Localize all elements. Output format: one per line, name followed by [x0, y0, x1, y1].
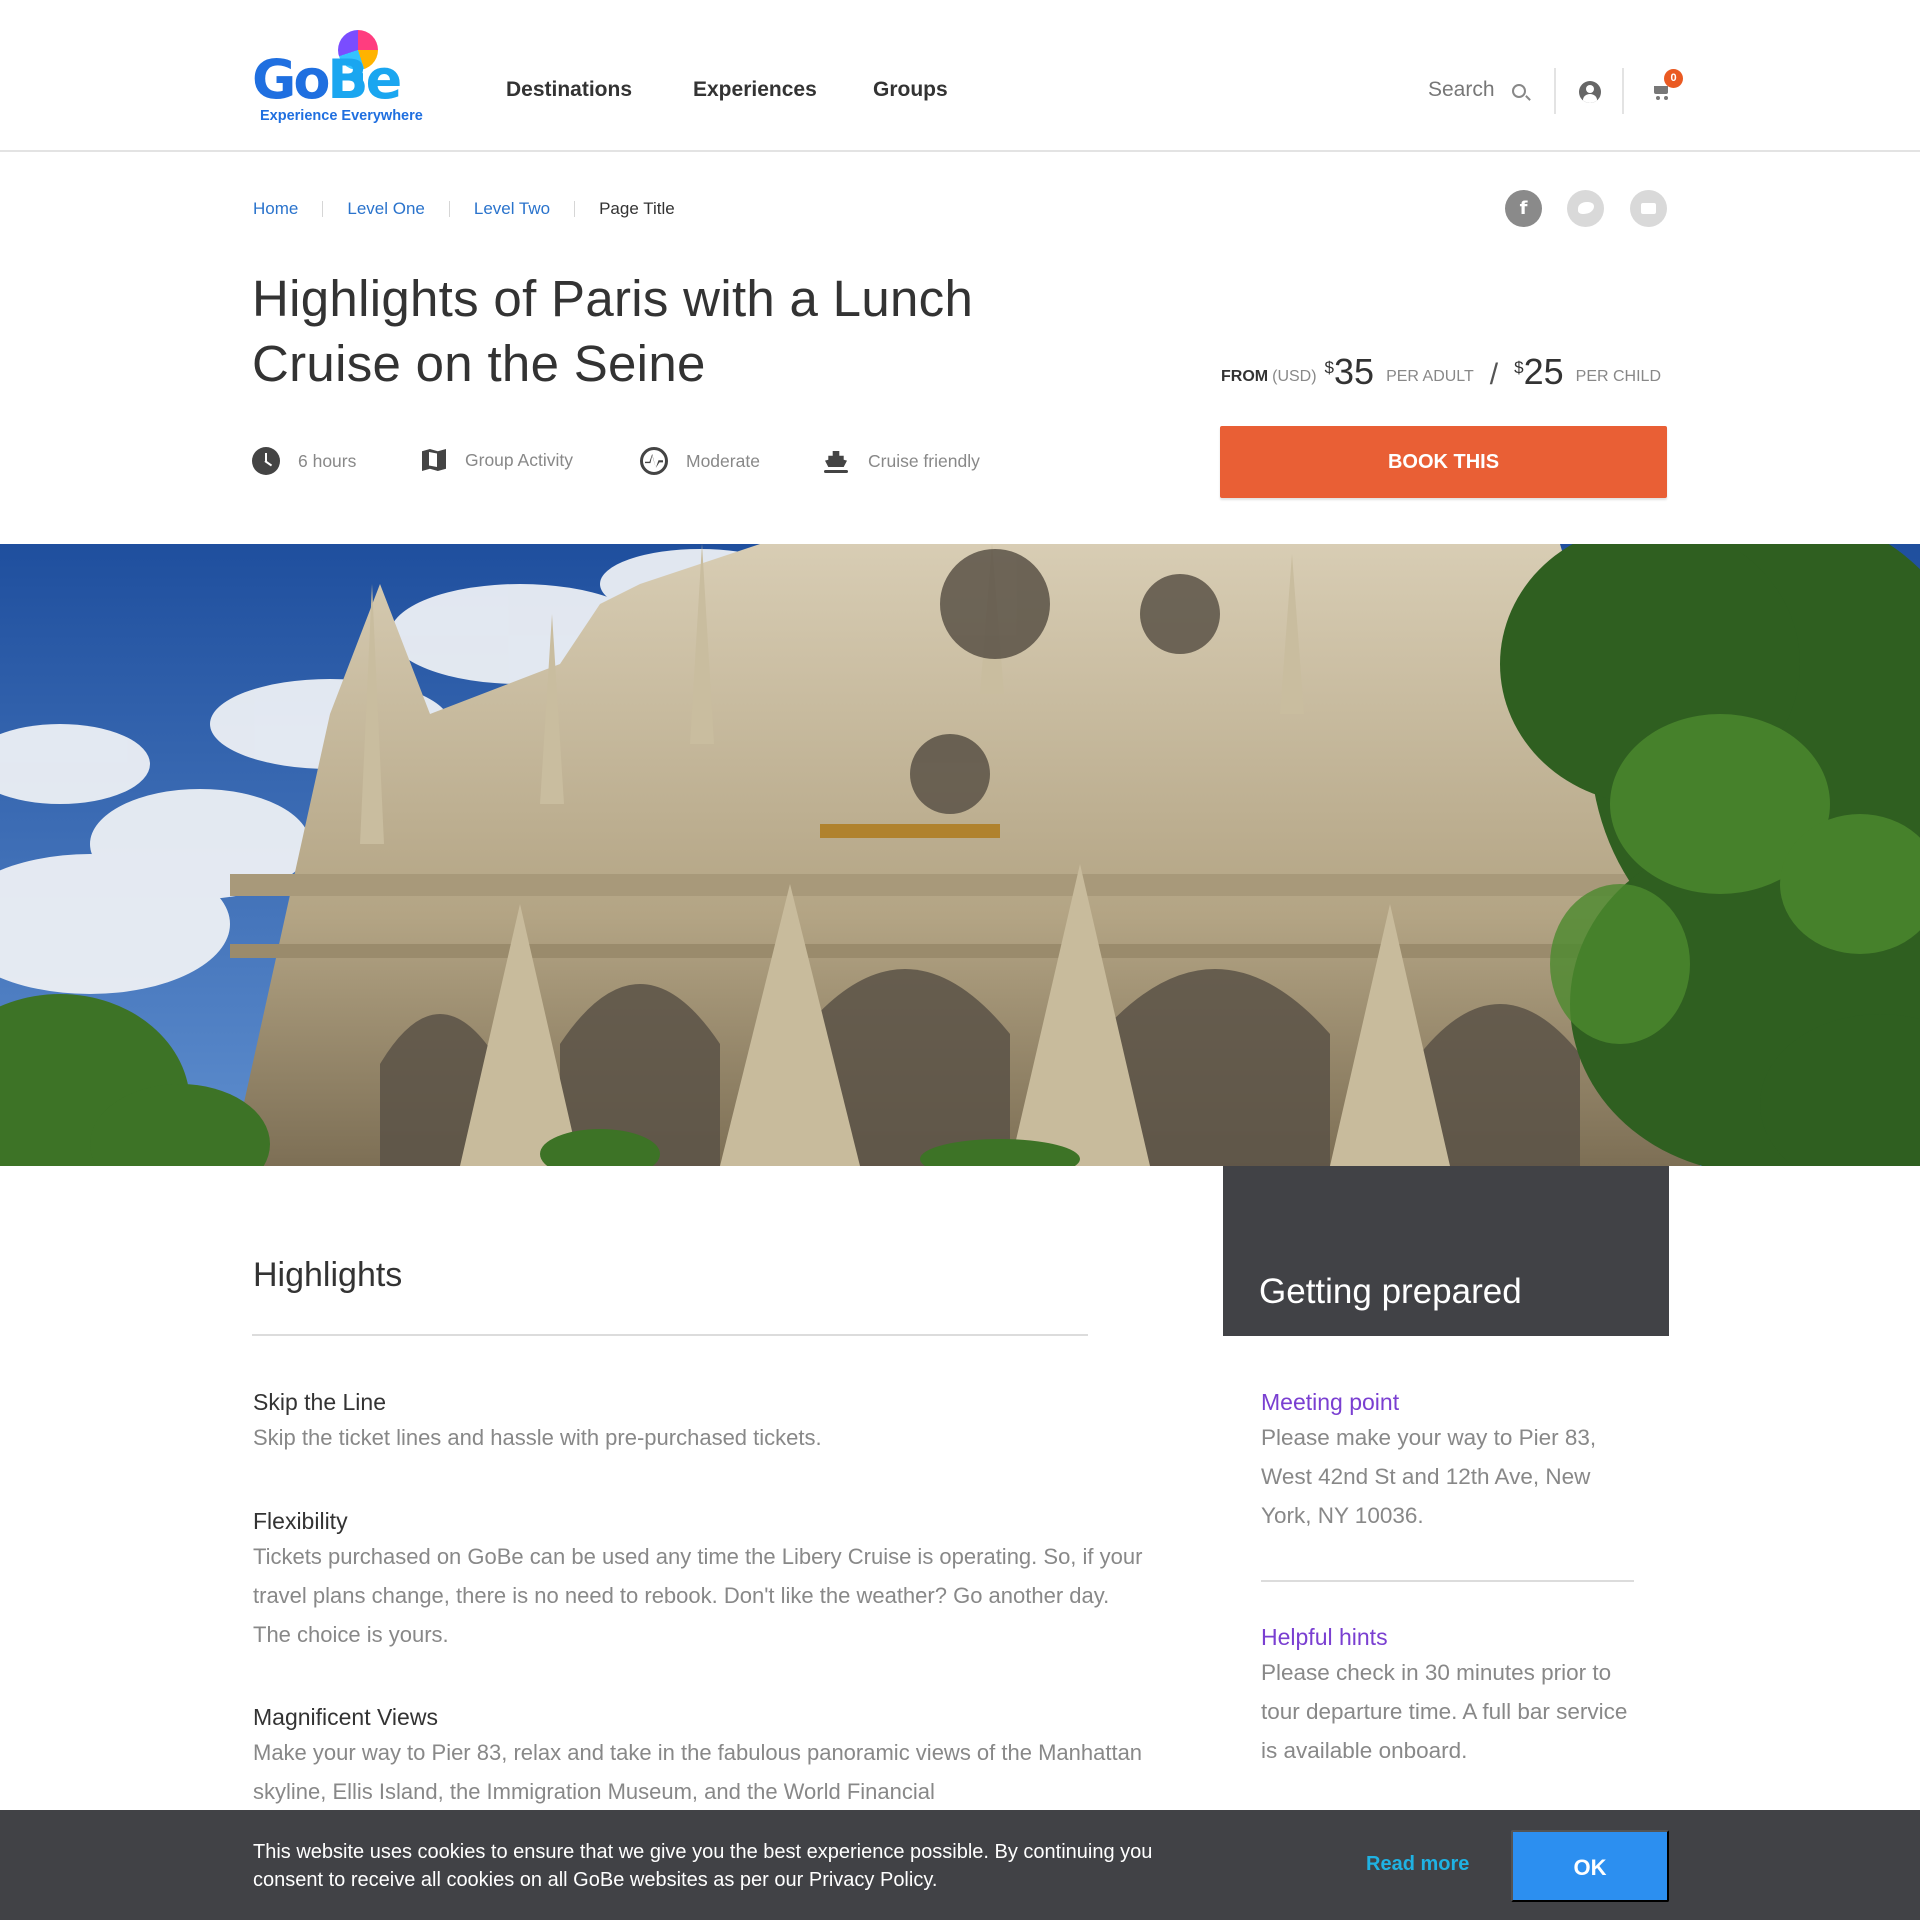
highlight-heading: Skip the Line — [253, 1389, 386, 1415]
highlights-heading: Highlights — [253, 1256, 403, 1294]
search-button[interactable]: Search — [1428, 78, 1495, 102]
adult-price: 35 — [1334, 351, 1375, 392]
getting-prepared-panel: Getting prepared — [1223, 1166, 1669, 1336]
pulse-icon — [640, 447, 668, 475]
breadcrumb-current: Page Title — [599, 199, 675, 218]
highlight-item: Flexibility Tickets purchased on GoBe ca… — [253, 1505, 1143, 1654]
price-separator: / — [1489, 358, 1499, 391]
highlights-divider — [252, 1334, 1088, 1336]
price-from-label: FROM — [1221, 368, 1269, 385]
user-account-icon[interactable] — [1579, 81, 1601, 103]
cookie-read-more-link[interactable]: Read more — [1366, 1853, 1469, 1876]
fact-duration: 6 hours — [252, 447, 356, 475]
prep-divider — [1261, 1580, 1634, 1582]
map-icon — [421, 447, 447, 473]
prep-item-heading: Meeting point — [1261, 1389, 1400, 1415]
price-currency: (USD) — [1272, 368, 1317, 385]
fact-label: Cruise friendly — [868, 450, 980, 471]
nav-experiences[interactable]: Experiences — [693, 78, 817, 102]
cart-count-badge: 0 — [1664, 69, 1683, 88]
breadcrumb-separator — [574, 201, 576, 217]
price-summary: FROM (USD) $ 35 PER ADULT / $ 25 PER CHI… — [1221, 354, 1667, 390]
fact-label: 6 hours — [298, 450, 357, 471]
logo-wordmark: GoBe — [252, 48, 402, 111]
clock-icon — [252, 447, 280, 475]
nav-groups[interactable]: Groups — [873, 78, 948, 102]
highlight-text: Skip the ticket lines and hassle with pr… — [253, 1425, 822, 1450]
breadcrumb-home[interactable]: Home — [253, 199, 298, 219]
breadcrumb-separator — [322, 201, 324, 217]
breadcrumb: Home Level One Level Two Page Title — [253, 199, 675, 219]
prep-item-meeting-point: Meeting point Please make your way to Pi… — [1261, 1386, 1641, 1535]
highlight-heading: Flexibility — [253, 1508, 348, 1534]
facebook-share-icon[interactable]: f — [1505, 190, 1542, 227]
cookie-message: This website uses cookies to ensure that… — [253, 1841, 1153, 1891]
ship-icon — [822, 447, 850, 475]
gobe-logo[interactable]: GoBe Experience Everywhere — [252, 28, 442, 128]
breadcrumb-level-two[interactable]: Level Two — [474, 199, 550, 219]
email-share-icon[interactable] — [1630, 190, 1667, 227]
cookie-banner: This website uses cookies to ensure that… — [0, 1810, 1920, 1920]
twitter-share-icon[interactable] — [1567, 190, 1604, 227]
fact-label: Group Activity — [465, 449, 573, 470]
breadcrumb-level-one[interactable]: Level One — [347, 199, 425, 219]
highlight-item: Magnificent Views Make your way to Pier … — [253, 1701, 1143, 1811]
child-price: 25 — [1523, 351, 1564, 392]
cookie-ok-button[interactable]: OK — [1511, 1830, 1669, 1902]
header-divider — [1554, 68, 1556, 114]
header-divider — [1622, 68, 1624, 114]
prep-item-text: Please check in 30 minutes prior to tour… — [1261, 1660, 1628, 1763]
page-title: Highlights of Paris with a Lunch Cruise … — [252, 270, 974, 392]
fact-label: Moderate — [686, 450, 760, 471]
highlight-text: Tickets purchased on GoBe can be used an… — [253, 1544, 1143, 1647]
book-this-button[interactable]: BOOK THIS — [1220, 426, 1667, 498]
prep-item-heading: Helpful hints — [1261, 1624, 1388, 1650]
highlight-heading: Magnificent Views — [253, 1704, 438, 1730]
highlight-item: Skip the Line Skip the ticket lines and … — [253, 1386, 1143, 1457]
fact-type: Group Activity — [421, 447, 573, 473]
prep-item-text: Please make your way to Pier 83, West 42… — [1261, 1425, 1597, 1528]
child-price-unit: PER CHILD — [1575, 368, 1662, 385]
site-header: GoBe Experience Everywhere Destinations … — [0, 0, 1920, 152]
adult-price-unit: PER ADULT — [1386, 368, 1474, 385]
prep-item-helpful-hints: Helpful hints Please check in 30 minutes… — [1261, 1621, 1641, 1770]
hero-image-notre-dame — [0, 544, 1920, 1166]
logo-tagline: Experience Everywhere — [260, 108, 423, 124]
nav-destinations[interactable]: Destinations — [506, 78, 632, 102]
highlight-text: Make your way to Pier 83, relax and take… — [253, 1740, 1143, 1804]
currency-symbol: $ — [1324, 358, 1335, 377]
breadcrumb-separator — [448, 201, 450, 217]
currency-symbol: $ — [1514, 358, 1524, 377]
fact-intensity: Moderate — [640, 447, 760, 475]
getting-prepared-heading: Getting prepared — [1259, 1272, 1522, 1311]
search-icon[interactable] — [1512, 84, 1526, 98]
fact-cruise: Cruise friendly — [822, 447, 980, 475]
